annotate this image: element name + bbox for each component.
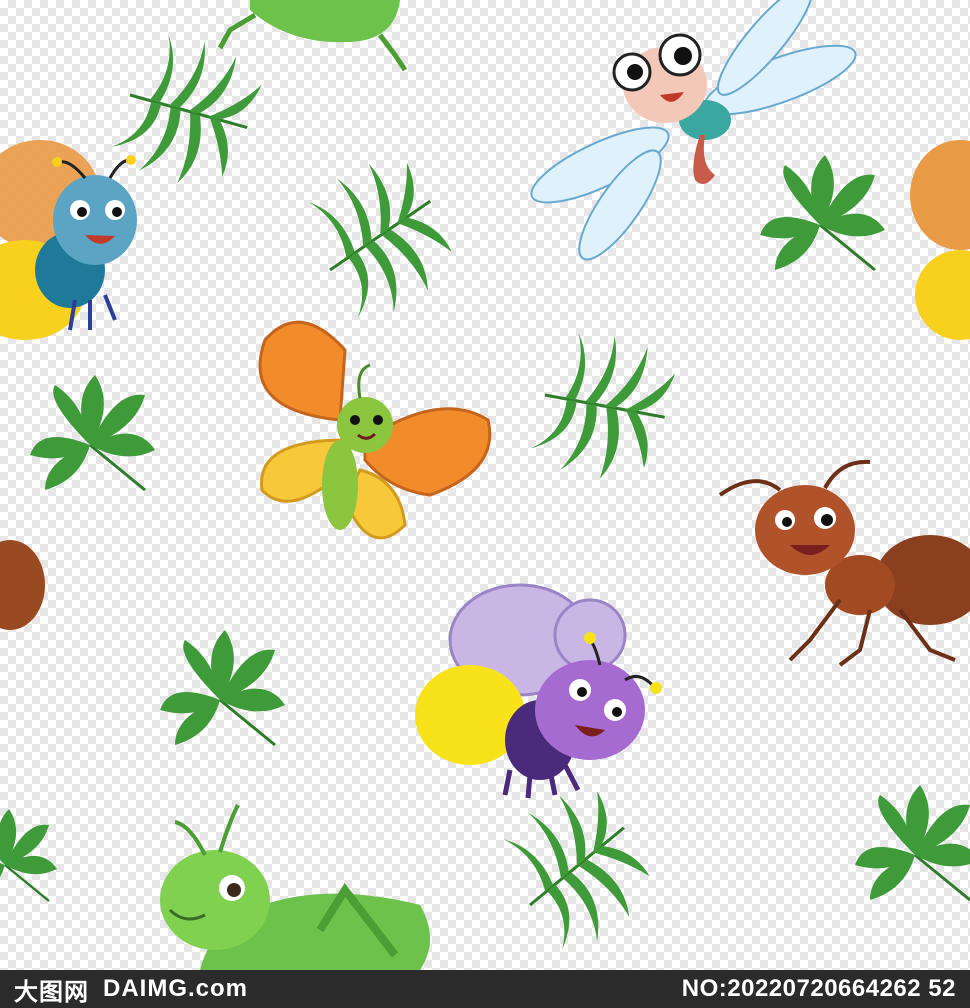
leaf-icon — [521, 318, 687, 499]
watermark-site: 大图网 DAIMG.com — [14, 972, 248, 1007]
leaf-icon — [488, 774, 668, 963]
watermark-number: NO:20220720664262 52 — [681, 975, 956, 1002]
leaf-icon — [0, 807, 59, 903]
grasshopper-icon — [160, 804, 430, 970]
firefly-icon — [910, 140, 970, 340]
grasshopper-icon — [217, 0, 408, 72]
leaf-icon — [853, 783, 970, 902]
butterfly-icon — [258, 320, 492, 540]
leaf-icon — [101, 20, 275, 207]
firefly-icon — [0, 140, 137, 340]
leaf-icon — [758, 153, 887, 272]
ant-icon — [718, 459, 970, 667]
ant-icon — [0, 540, 45, 630]
insect-pattern-illustration — [0, 0, 970, 970]
bee-icon — [415, 583, 662, 799]
watermark-bar: 大图网 DAIMG.com NO:20220720664262 52 — [0, 970, 970, 1008]
leaf-icon — [294, 145, 468, 331]
watermark-site-cn: 大图网 — [14, 977, 89, 1006]
watermark-site-en: DAIMG.com — [103, 975, 249, 1002]
leaf-icon — [28, 373, 157, 492]
leaf-icon — [158, 628, 287, 747]
